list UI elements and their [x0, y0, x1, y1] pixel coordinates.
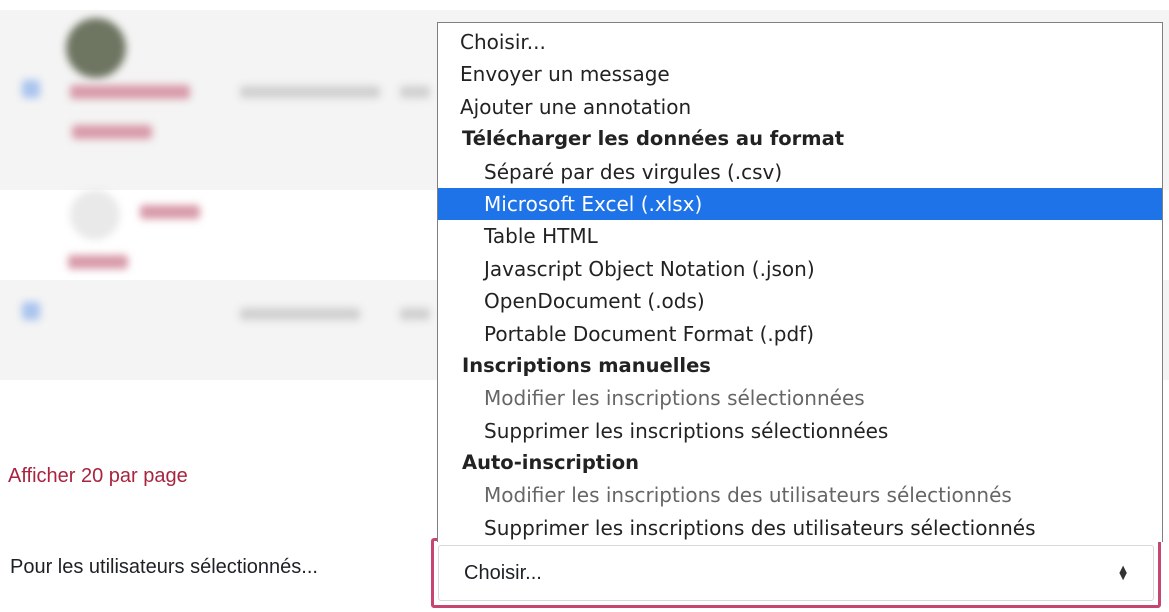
- dropdown-option[interactable]: Supprimer les inscriptions des utilisate…: [438, 512, 1162, 542]
- dropdown-option[interactable]: Javascript Object Notation (.json): [438, 253, 1162, 285]
- bulk-action-label: Pour les utilisateurs sélectionnés...: [10, 556, 318, 578]
- dropdown-option[interactable]: Table HTML: [438, 220, 1162, 252]
- dropdown-option[interactable]: Microsoft Excel (.xlsx): [438, 187, 1162, 221]
- dropdown-option[interactable]: Modifier les inscriptions des utilisateu…: [438, 479, 1162, 511]
- show-per-page-link[interactable]: Afficher 20 par page: [8, 465, 188, 488]
- dropdown-option[interactable]: Supprimer les inscriptions sélectionnées: [438, 415, 1162, 447]
- dropdown-group-label: Inscriptions manuelles: [462, 353, 711, 377]
- dropdown-option[interactable]: Ajouter une annotation: [438, 91, 1162, 123]
- dropdown-group-label: Auto-inscription: [462, 451, 640, 475]
- dropdown-option[interactable]: Modifier les inscriptions sélectionnées: [438, 382, 1162, 414]
- dropdown-option[interactable]: OpenDocument (.ods): [438, 285, 1162, 317]
- dropdown-option[interactable]: Envoyer un message: [438, 58, 1162, 90]
- avatar: [70, 190, 120, 240]
- row-checkbox[interactable]: [22, 302, 40, 320]
- bulk-action-dropdown-list[interactable]: Choisir... Envoyer un message Ajouter une …: [437, 22, 1163, 542]
- bulk-action-select[interactable]: Choisir... ▲ ▼: [431, 538, 1161, 608]
- dropdown-option[interactable]: Séparé par des virgules (.csv): [438, 156, 1162, 188]
- dropdown-option[interactable]: Portable Document Format (.pdf): [438, 318, 1162, 350]
- bulk-action-select-inner[interactable]: Choisir... ▲ ▼: [438, 545, 1154, 601]
- dropdown-option[interactable]: Choisir...: [438, 26, 1162, 58]
- sort-up-down-icon: ▲ ▼: [1119, 564, 1127, 582]
- bulk-action-selected-value: Choisir...: [464, 561, 542, 584]
- avatar: [66, 18, 126, 78]
- row-checkbox[interactable]: [22, 80, 40, 98]
- dropdown-group-label: Télécharger les données au format: [462, 127, 845, 151]
